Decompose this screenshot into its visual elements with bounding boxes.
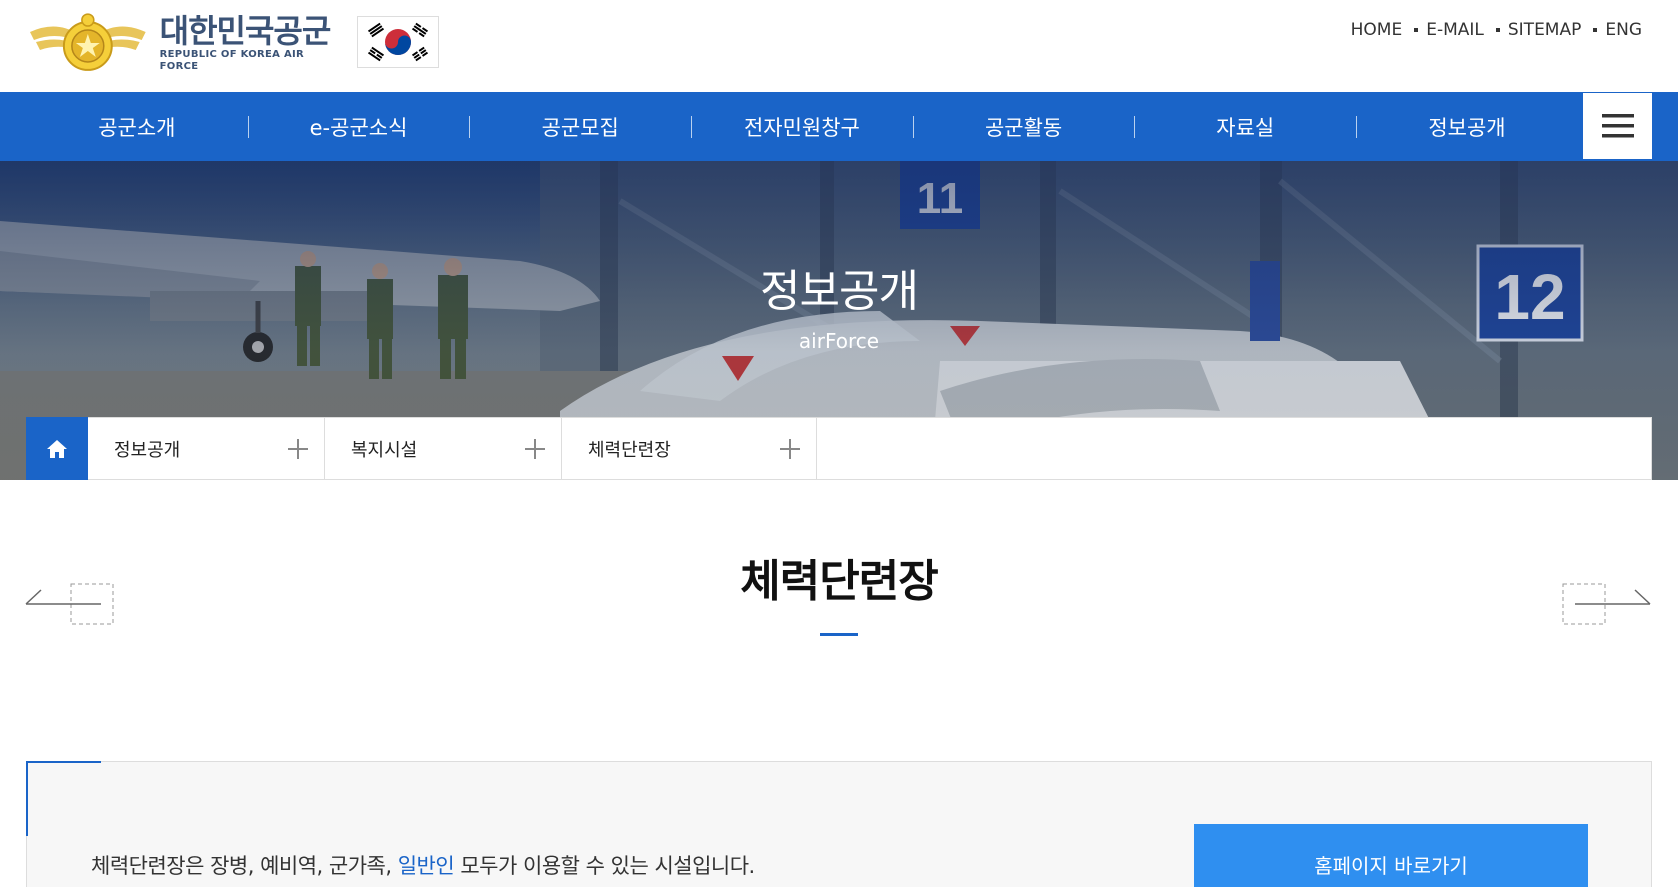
- plus-icon: [780, 438, 800, 459]
- plus-icon: [288, 438, 308, 459]
- info-accent: [26, 761, 101, 763]
- breadcrumb-item-gym[interactable]: 체력단련장: [562, 418, 817, 479]
- banner-subtitle: airForce: [798, 329, 880, 353]
- breadcrumb-label: 체력단련장: [588, 439, 671, 461]
- description-text: 체력단련장은 장병, 예비역, 군가족,: [91, 854, 398, 878]
- util-link-sitemap[interactable]: SITEMAP: [1508, 20, 1581, 40]
- breadcrumb-item-welfare[interactable]: 복지시설: [325, 418, 562, 479]
- gnb-item-recruit[interactable]: 공군모집: [469, 92, 691, 161]
- air-force-emblem-icon: [29, 13, 146, 71]
- plus-icon: [525, 438, 545, 459]
- gnb-item-activity[interactable]: 공군활동: [912, 92, 1135, 161]
- all-menu-button[interactable]: [1583, 93, 1652, 159]
- breadcrumb-home-button[interactable]: [26, 417, 88, 480]
- gnb-item-civil[interactable]: 전자민원창구: [691, 92, 913, 161]
- breadcrumb: 정보공개 복지시설 체력단련장: [26, 417, 1652, 480]
- util-separator: [1414, 28, 1419, 32]
- breadcrumb-label: 복지시설: [351, 439, 418, 461]
- util-link-email[interactable]: E-MAIL: [1426, 20, 1484, 40]
- breadcrumb-item-disclosure[interactable]: 정보공개: [88, 418, 325, 479]
- site-header: 대한민국공군 REPUBLIC OF KOREA AIR FORCE HOME …: [0, 0, 1678, 92]
- main-navigation: 공군소개 e-공군소식 공군모집 전자민원창구 공군활동 자료실 정보공개: [0, 92, 1678, 161]
- site-logo[interactable]: 대한민국공군 REPUBLIC OF KOREA AIR FORCE: [26, 10, 346, 76]
- logo-subtitle: REPUBLIC OF KOREA AIR FORCE: [159, 49, 305, 72]
- home-icon: [47, 439, 67, 458]
- page-title: 체력단련장: [740, 556, 938, 607]
- util-link-home[interactable]: HOME: [1351, 20, 1403, 40]
- title-underline: [820, 633, 858, 636]
- utility-links: HOME E-MAIL SITEMAP ENG: [1351, 20, 1642, 40]
- gnb-item-archive[interactable]: 자료실: [1134, 92, 1356, 161]
- banner-title: 정보공개: [760, 266, 919, 317]
- util-separator: [1593, 28, 1598, 32]
- description-highlight: 일반인: [397, 854, 455, 878]
- logo-title: 대한민국공군: [159, 12, 332, 50]
- breadcrumb-label: 정보공개: [114, 439, 181, 461]
- facility-info-box: 체력단련장은 장병, 예비역, 군가족, 일반인 모두가 이용할 수 있는 시설…: [26, 761, 1652, 887]
- util-link-eng[interactable]: ENG: [1605, 20, 1642, 40]
- korea-flag: [357, 16, 439, 68]
- facility-description: 체력단련장은 장병, 예비역, 군가족, 일반인 모두가 이용할 수 있는 시설…: [91, 850, 755, 880]
- taegukgi-icon: [367, 22, 429, 62]
- gnb-item-disclosure[interactable]: 정보공개: [1356, 92, 1578, 161]
- info-accent: [26, 761, 28, 836]
- description-text: 모두가 이용할 수 있는 시설입니다.: [454, 854, 755, 878]
- next-page-arrow-icon[interactable]: [1561, 580, 1651, 630]
- gnb-item-about[interactable]: 공군소개: [26, 92, 248, 161]
- homepage-link-button[interactable]: 홈페이지 바로가기: [1194, 824, 1588, 887]
- gnb-item-news[interactable]: e-공군소식: [247, 92, 470, 161]
- util-separator: [1495, 28, 1500, 32]
- hamburger-icon: [1601, 114, 1634, 138]
